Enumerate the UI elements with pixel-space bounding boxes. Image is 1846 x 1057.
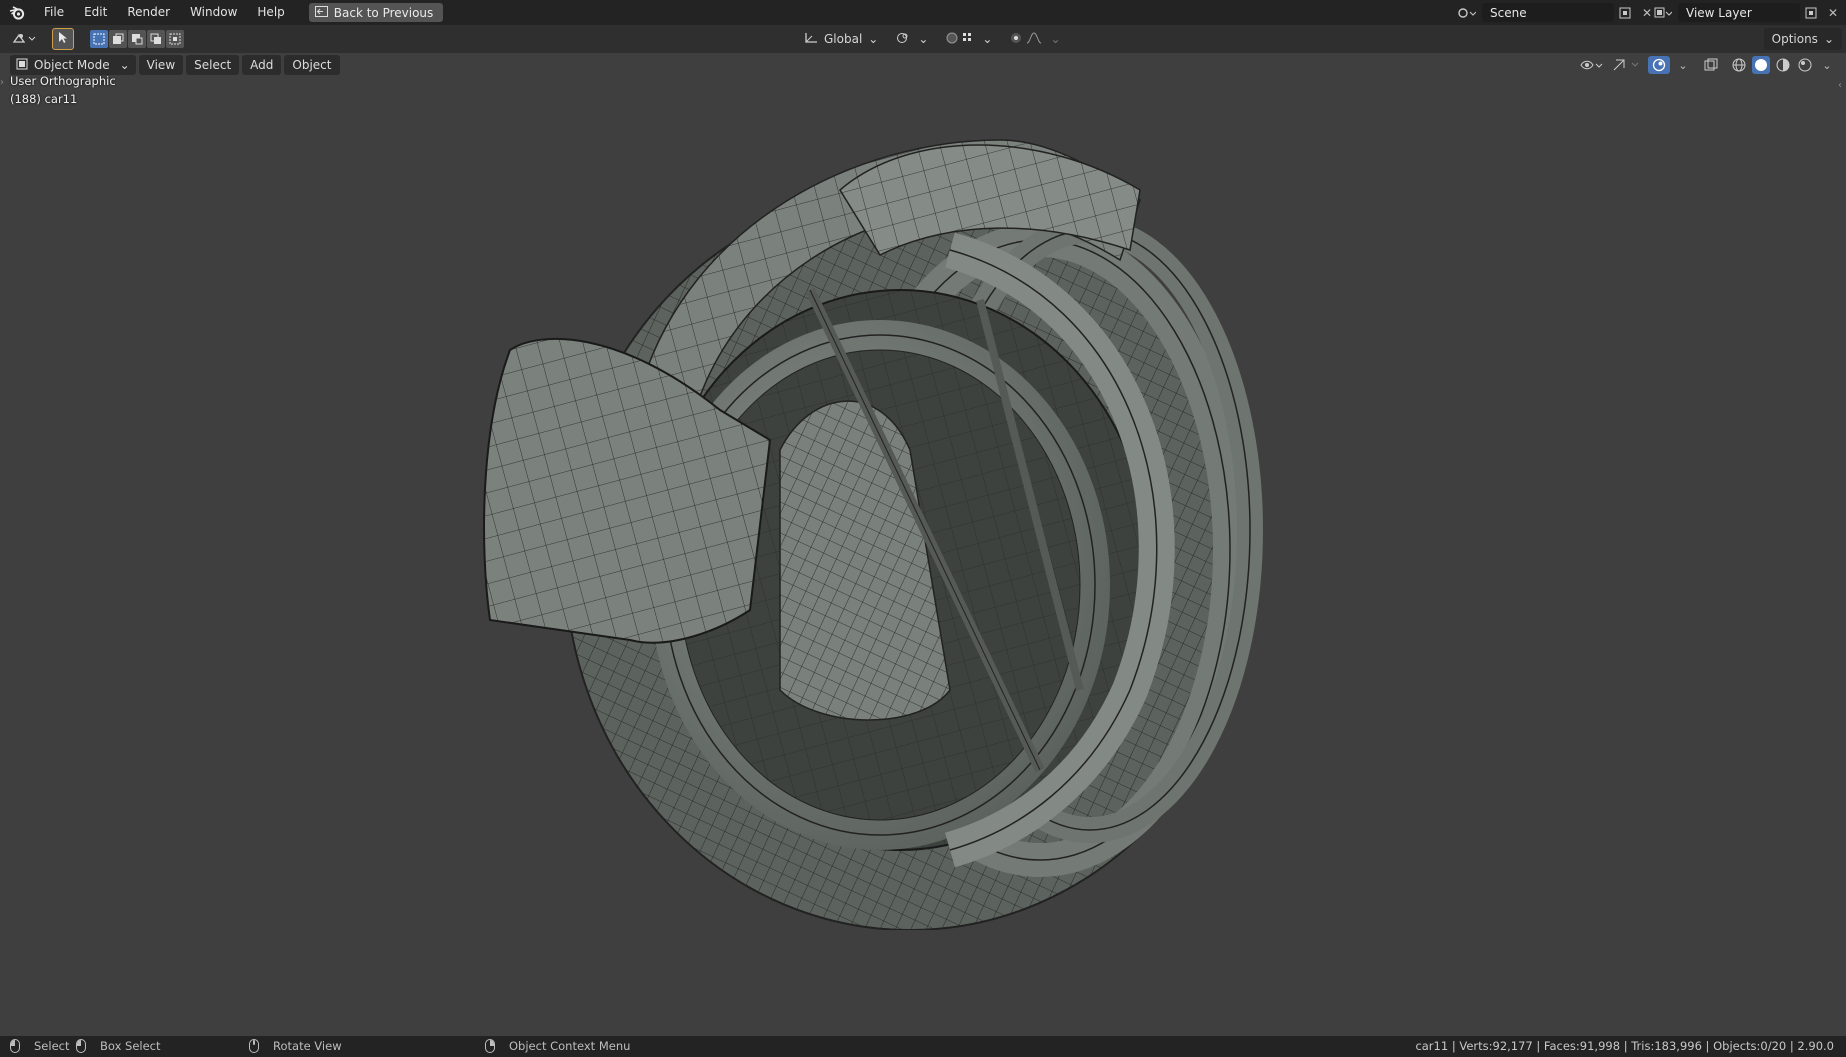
- tool-header: Global ⌄ ⌄ ⌄ ⌄ Options ⌄: [0, 25, 1846, 53]
- menu-window[interactable]: Window: [180, 0, 247, 25]
- view-menu[interactable]: View: [138, 55, 184, 75]
- view-name-label: User Orthographic: [10, 74, 116, 88]
- scene-name-field[interactable]: Scene: [1482, 3, 1614, 22]
- xray-icon[interactable]: [1702, 56, 1720, 74]
- pivot-icon: [896, 32, 912, 47]
- pivot-point-dropdown[interactable]: ⌄: [890, 28, 934, 50]
- scene-icon[interactable]: [1452, 3, 1482, 22]
- status-rotate-view: Rotate View: [249, 1039, 342, 1053]
- gizmo-icon[interactable]: [1610, 56, 1644, 74]
- cursor-tool-icon: [58, 31, 68, 47]
- viewport-shading-group: ⌄ ⌄: [1578, 55, 1836, 75]
- back-to-previous-label: Back to Previous: [333, 5, 434, 20]
- menu-help[interactable]: Help: [247, 0, 294, 25]
- chevron-down-icon: ⌄: [918, 32, 929, 46]
- status-box-select-label: Box Select: [100, 1039, 161, 1053]
- right-mouse-icon: [485, 1039, 495, 1053]
- overlay-dropdown-icon[interactable]: ⌄: [1674, 56, 1692, 74]
- snap-icon: [946, 31, 976, 48]
- top-menu-bar: File Edit Render Window Help Back to Pre…: [0, 0, 1846, 25]
- transform-orientation-label: Global: [824, 32, 863, 46]
- remove-view-layer-icon[interactable]: ✕: [1822, 3, 1844, 22]
- 3d-model-car11[interactable]: [480, 130, 1360, 930]
- material-shading-icon[interactable]: [1774, 56, 1792, 74]
- add-menu[interactable]: Add: [242, 55, 282, 75]
- back-icon: [314, 5, 328, 20]
- select-intersect-mode-icon[interactable]: [166, 30, 184, 48]
- transform-icon: [804, 32, 818, 47]
- proportional-icon: [1010, 31, 1044, 48]
- menu-render[interactable]: Render: [117, 0, 180, 25]
- solid-shading-icon[interactable]: [1752, 56, 1770, 74]
- view-layer-selector: View Layer ✕: [1648, 2, 1844, 23]
- select-new-mode-icon[interactable]: [90, 30, 108, 48]
- snap-dropdown[interactable]: ⌄: [940, 28, 998, 50]
- object-mode-icon: [16, 58, 28, 73]
- select-subtract-mode-icon[interactable]: [128, 30, 146, 48]
- shading-dropdown-icon[interactable]: ⌄: [1818, 56, 1836, 74]
- new-scene-icon[interactable]: [1614, 3, 1636, 22]
- scene-selector: Scene ✕: [1452, 2, 1658, 23]
- menu-edit[interactable]: Edit: [74, 0, 117, 25]
- options-label: Options: [1771, 32, 1818, 46]
- status-select: Select: [10, 1039, 69, 1053]
- status-bar: Select Box Select Rotate View Object Con…: [0, 1036, 1846, 1057]
- viewport-header: Object Mode ⌄ View Select Add Object ⌄ ⌄: [0, 53, 1846, 77]
- editor-type-dropdown[interactable]: [10, 28, 40, 50]
- status-rotate-view-label: Rotate View: [273, 1039, 342, 1053]
- active-object-label: (188) car11: [10, 92, 78, 106]
- chevron-down-icon: ⌄: [1823, 32, 1834, 46]
- sidebar-toggle-left[interactable]: ›: [0, 77, 6, 89]
- proportional-edit-dropdown[interactable]: ⌄: [1004, 28, 1066, 50]
- chevron-down-icon: ⌄: [868, 32, 879, 46]
- rendered-shading-icon[interactable]: [1796, 56, 1814, 74]
- status-context-menu-label: Object Context Menu: [509, 1039, 631, 1053]
- left-mouse-icon: [10, 1039, 20, 1053]
- 3d-viewport[interactable]: Object Mode ⌄ View Select Add Object ⌄ ⌄…: [0, 53, 1846, 1036]
- status-select-label: Select: [34, 1039, 70, 1053]
- status-context-menu: Object Context Menu: [485, 1039, 630, 1053]
- viewport-overlay-text: User Orthographic (188) car11: [10, 72, 116, 108]
- new-view-layer-icon[interactable]: [1800, 3, 1822, 22]
- select-invert-mode-icon[interactable]: [147, 30, 165, 48]
- view-layer-icon[interactable]: [1648, 3, 1678, 22]
- wireframe-shading-icon[interactable]: [1730, 56, 1748, 74]
- selection-mode-group: [90, 30, 185, 48]
- chevron-down-icon: ⌄: [119, 58, 130, 72]
- visibility-icon[interactable]: [1578, 56, 1606, 74]
- select-extend-mode-icon[interactable]: [109, 30, 127, 48]
- select-tool-button[interactable]: [52, 28, 74, 50]
- overlay-icon[interactable]: [1648, 56, 1670, 74]
- blender-logo-icon[interactable]: [0, 0, 34, 25]
- view-layer-name-field[interactable]: View Layer: [1678, 3, 1800, 22]
- transform-tools-group: Global ⌄ ⌄ ⌄ ⌄: [798, 28, 1067, 50]
- left-mouse-drag-icon: [76, 1039, 86, 1053]
- scene-statistics: car11 | Verts:92,177 | Faces:91,998 | Tr…: [1415, 1039, 1834, 1053]
- object-menu[interactable]: Object: [284, 55, 340, 75]
- object-mode-label: Object Mode: [34, 58, 110, 72]
- chevron-down-icon: ⌄: [982, 32, 993, 46]
- select-menu[interactable]: Select: [186, 55, 240, 75]
- options-dropdown[interactable]: Options ⌄: [1763, 28, 1842, 50]
- middle-mouse-icon: [249, 1039, 259, 1053]
- menu-file[interactable]: File: [34, 0, 74, 25]
- sidebar-toggle-right[interactable]: ‹: [1838, 80, 1846, 92]
- back-to-previous-button[interactable]: Back to Previous: [308, 3, 444, 22]
- transform-orientation-dropdown[interactable]: Global ⌄: [798, 28, 884, 50]
- chevron-down-icon: ⌄: [1050, 32, 1061, 46]
- status-box-select: Box Select: [76, 1039, 161, 1053]
